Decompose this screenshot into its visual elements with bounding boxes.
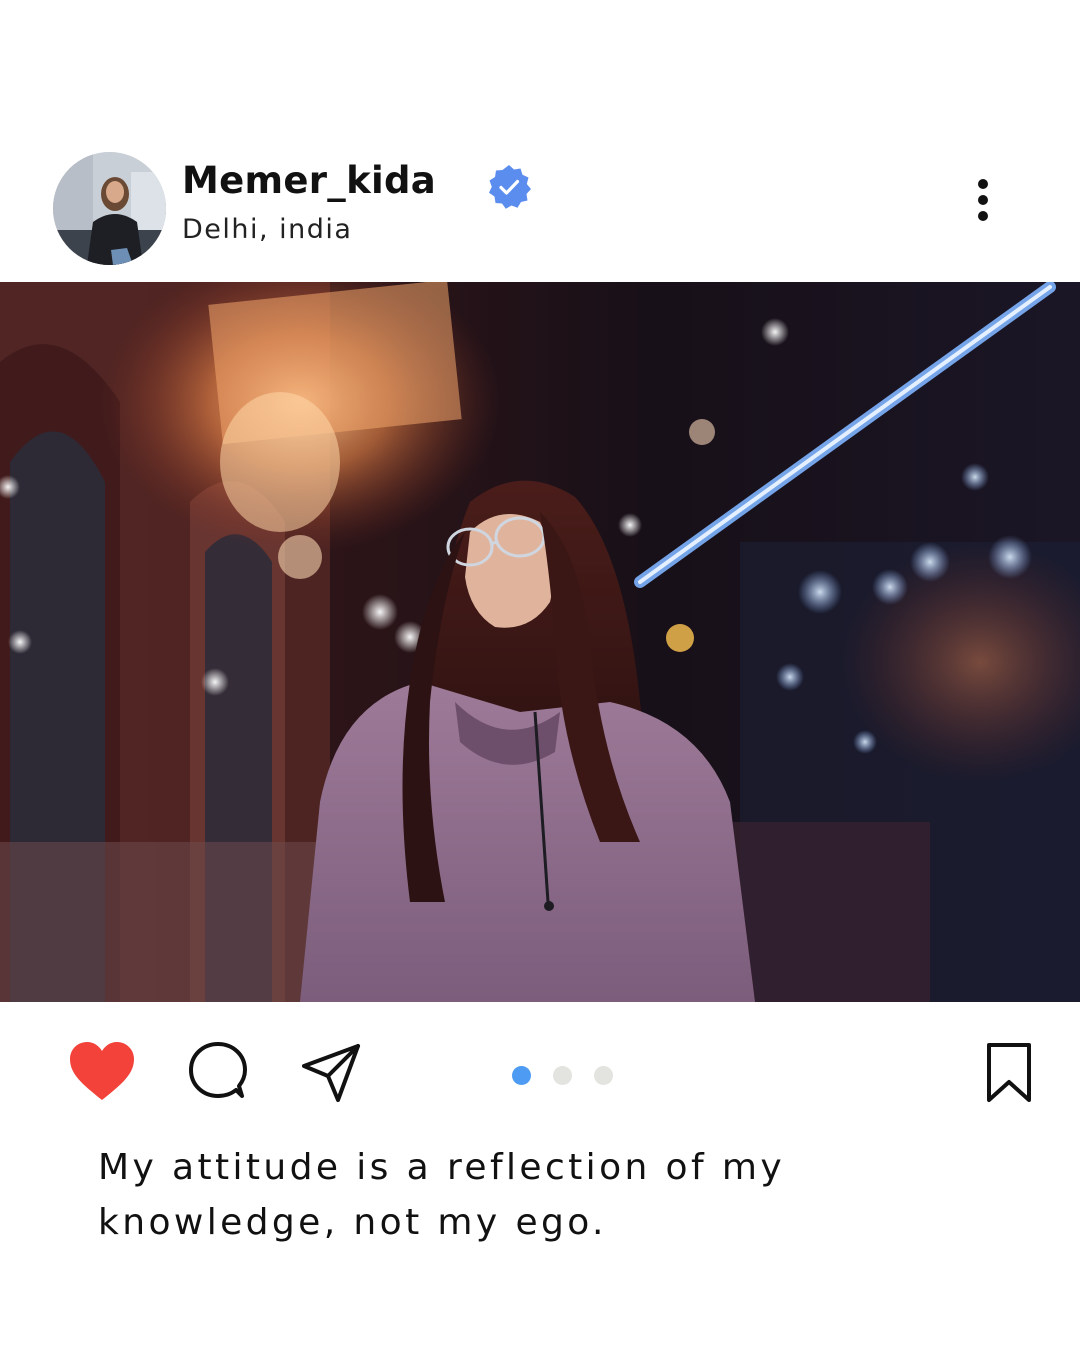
post-header: Memer_kida Delhi, india [0,140,1080,275]
carousel-dot[interactable] [594,1066,613,1085]
heart-icon[interactable] [68,1040,136,1102]
avatar-image [53,152,166,265]
post-caption: My attitude is a reflection of my knowle… [98,1147,786,1243]
bookmark-icon[interactable] [984,1042,1034,1104]
location-label: Delhi, india [182,214,353,245]
carousel-indicator[interactable] [510,1066,620,1086]
post-photo[interactable] [0,282,1080,1002]
avatar[interactable] [53,152,166,265]
verified-badge-icon [489,165,531,209]
carousel-dot-active[interactable] [512,1066,531,1085]
post-actions [0,1030,1080,1120]
post-image [0,282,1080,1002]
more-vertical-icon[interactable] [968,178,998,224]
comment-bubble-icon[interactable] [188,1040,248,1100]
paper-plane-icon[interactable] [300,1042,362,1104]
carousel-dot[interactable] [553,1066,572,1085]
username[interactable]: Memer_kida [182,162,436,199]
